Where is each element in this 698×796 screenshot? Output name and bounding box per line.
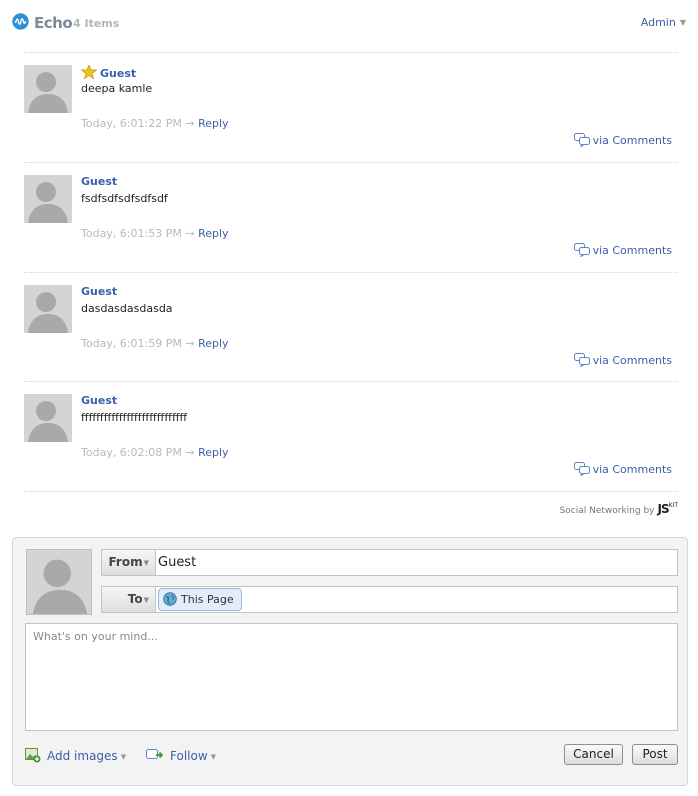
chevron-down-icon: ▼ (679, 18, 686, 27)
comment-author[interactable]: Guest (81, 65, 136, 80)
comment-author[interactable]: Guest (81, 175, 117, 188)
speech-bubbles-icon (573, 353, 590, 368)
from-dropdown[interactable]: From▼ (102, 550, 156, 575)
add-images-button[interactable]: Add images ▼ (25, 747, 126, 763)
textarea-placeholder: What's on your mind... (33, 630, 158, 643)
comment-text: ffffffffffffffffffffffffffff (81, 411, 188, 424)
divider (24, 491, 678, 492)
echo-header: Echo 4 Items Admin ▼ (12, 12, 686, 34)
reply-link[interactable]: Reply (198, 446, 228, 459)
chevron-down-icon: ▼ (143, 596, 149, 604)
comment-composer: From▼ Guest To▼ This Page What's on your… (12, 537, 688, 786)
comment-time: Today, 6:01:22 PM (81, 117, 182, 130)
via-comments-link[interactable]: via Comments (573, 462, 672, 477)
from-row: From▼ Guest (101, 549, 678, 576)
comment-item: Guest dasdasdasdasda Today, 6:01:59 PM →… (24, 285, 678, 395)
comment-textarea[interactable]: What's on your mind... (25, 623, 678, 731)
via-comments-label: via Comments (592, 134, 672, 147)
chevron-down-icon: ▼ (120, 753, 127, 761)
admin-menu[interactable]: Admin ▼ (641, 16, 686, 29)
post-button[interactable]: Post (632, 744, 678, 765)
to-dropdown[interactable]: To▼ (102, 587, 156, 612)
jskit-logo-sup: KIT (668, 502, 678, 509)
admin-label: Admin (640, 16, 676, 29)
comment-time: Today, 6:01:53 PM (81, 227, 182, 240)
composer-avatar (26, 549, 92, 615)
this-page-chip[interactable]: This Page (158, 588, 242, 611)
to-row: To▼ This Page (101, 586, 678, 613)
comment-item: Guest deepa kamle Today, 6:01:22 PM → Re… (24, 65, 678, 175)
via-comments-link[interactable]: via Comments (573, 133, 672, 148)
reply-link[interactable]: Reply (198, 227, 228, 240)
via-comments-link[interactable]: via Comments (573, 353, 672, 368)
avatar (24, 285, 72, 333)
divider (24, 52, 678, 53)
comment-item: Guest fsdfsdfsdfsdfsdf Today, 6:01:53 PM… (24, 175, 678, 285)
comment-author-name: Guest (100, 67, 137, 80)
chevron-down-icon: ▼ (210, 753, 217, 761)
powered-by[interactable]: Social Networking by JSKIT (560, 502, 678, 516)
comment-meta: Today, 6:01:22 PM → Reply (81, 117, 229, 130)
comment-meta: Today, 6:02:08 PM → Reply (81, 446, 229, 459)
speech-bubbles-icon (573, 462, 590, 477)
follow-label: Follow (170, 749, 208, 763)
via-comments-label: via Comments (592, 354, 672, 367)
to-label: To (127, 592, 143, 606)
app-title: Echo (34, 14, 73, 32)
chevron-down-icon: ▼ (143, 559, 149, 567)
avatar (24, 65, 72, 113)
follow-button[interactable]: Follow ▼ (146, 747, 216, 763)
powered-by-text: Social Networking by (559, 506, 655, 516)
cancel-button[interactable]: Cancel (564, 744, 623, 765)
divider (24, 162, 678, 163)
comment-time: Today, 6:01:59 PM (81, 337, 182, 350)
jskit-logo: JS (657, 502, 670, 516)
this-page-label: This Page (181, 593, 234, 606)
comment-text: deepa kamle (81, 82, 153, 95)
reply-link[interactable]: Reply (198, 337, 228, 350)
comment-text: dasdasdasdasda (81, 302, 173, 315)
comment-meta: Today, 6:01:59 PM → Reply (81, 337, 229, 350)
star-icon (81, 65, 97, 79)
add-images-label: Add images (47, 749, 118, 763)
from-label: From (108, 555, 143, 569)
follow-icon (146, 749, 164, 759)
comment-time: Today, 6:02:08 PM (81, 446, 182, 459)
divider (24, 272, 678, 273)
comment-author[interactable]: Guest (81, 394, 117, 407)
comment-item: Guest ffffffffffffffffffffffffffff Today… (24, 394, 678, 504)
item-count: 4 Items (73, 17, 120, 30)
via-comments-label: via Comments (592, 463, 672, 476)
divider (24, 381, 678, 382)
speech-bubbles-icon (573, 243, 590, 258)
echo-logo-icon (12, 13, 29, 30)
avatar (24, 394, 72, 442)
via-comments-label: via Comments (592, 244, 672, 257)
globe-icon (163, 592, 177, 606)
comment-text: fsdfsdfsdfsdfsdf (81, 192, 168, 205)
avatar (24, 175, 72, 223)
via-comments-link[interactable]: via Comments (573, 243, 672, 258)
add-image-icon (25, 748, 41, 763)
from-value[interactable]: Guest (158, 550, 196, 575)
comment-meta: Today, 6:01:53 PM → Reply (81, 227, 229, 240)
reply-link[interactable]: Reply (198, 117, 228, 130)
comment-author[interactable]: Guest (81, 285, 117, 298)
speech-bubbles-icon (573, 133, 590, 148)
